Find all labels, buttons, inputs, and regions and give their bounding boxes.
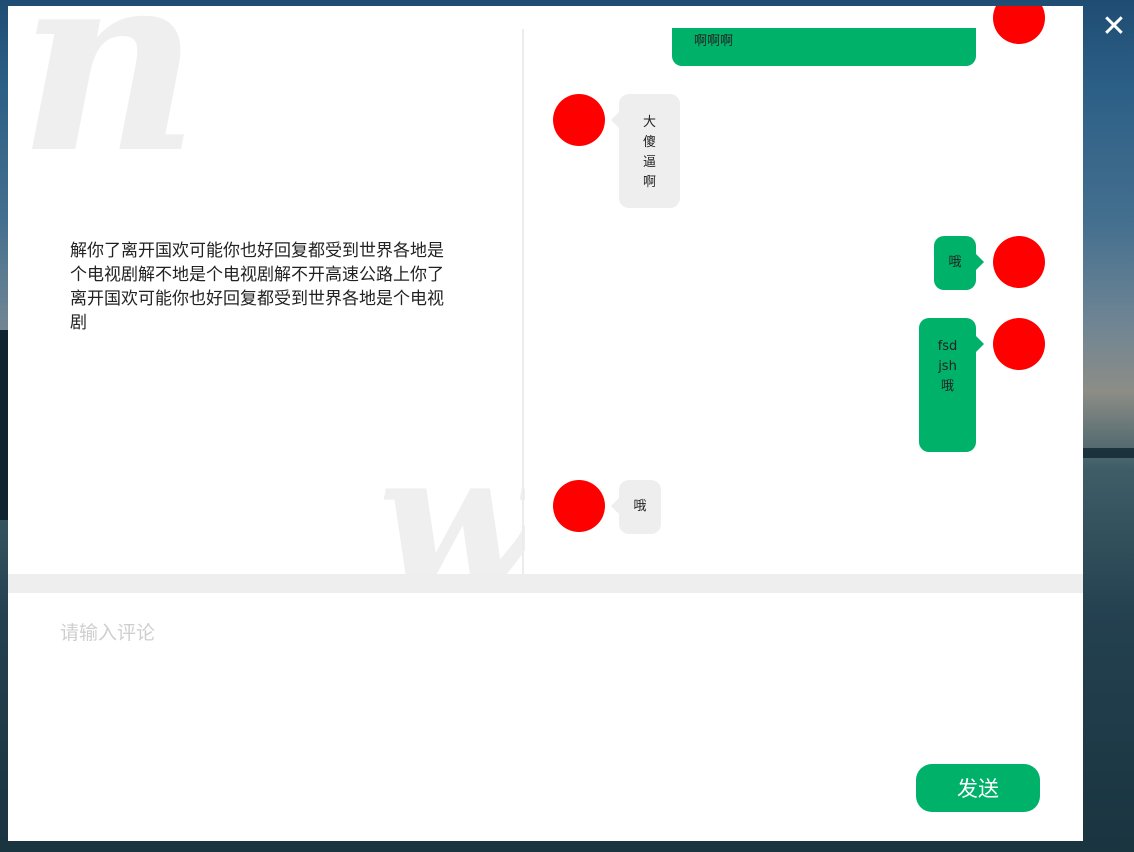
chat-bubble-incoming: 大傻逼啊: [611, 94, 680, 208]
chat-bubble-outgoing: 啊啊啊: [672, 28, 976, 66]
chat-bubble-incoming: 哦: [611, 480, 661, 534]
chat-thread: 啊啊啊 大傻逼啊 哦 fsdjsh哦 哦: [526, 6, 1083, 574]
avatar[interactable]: [553, 94, 605, 146]
avatar[interactable]: [993, 318, 1045, 370]
post-pane: n w 解你了离开国欢可能你也好回复都受到世界各地是个电视剧解不地是个电视剧解不…: [8, 6, 525, 574]
chat-bubble-outgoing: 哦: [934, 236, 984, 290]
decorative-letter-bottom: w: [378, 426, 525, 575]
send-button[interactable]: 发送: [916, 764, 1040, 812]
comment-input[interactable]: [60, 618, 1020, 748]
close-button[interactable]: ✕: [1097, 10, 1131, 44]
post-text: 解你了离开国欢可能你也好回复都受到世界各地是个电视剧解不地是个电视剧解不开高速公…: [70, 241, 444, 333]
chat-message-text: 哦: [633, 499, 647, 514]
chat-message-text: 哦: [948, 255, 962, 270]
avatar[interactable]: [993, 6, 1045, 44]
chat-message-text: fsdjsh哦: [937, 339, 958, 394]
background-horizon: [1079, 448, 1134, 458]
comment-modal: n w 解你了离开国欢可能你也好回复都受到世界各地是个电视剧解不地是个电视剧解不…: [8, 6, 1083, 841]
avatar[interactable]: [993, 236, 1045, 288]
horizontal-divider: [8, 574, 1083, 593]
close-icon: ✕: [1101, 9, 1127, 44]
chat-bubble-outgoing: fsdjsh哦: [919, 318, 984, 452]
chat-message-text: 大傻逼啊: [642, 115, 656, 190]
vertical-divider: [522, 29, 524, 574]
decorative-letter-top: n: [18, 6, 200, 208]
chat-message-text: 啊啊啊: [694, 34, 734, 49]
avatar[interactable]: [553, 480, 605, 532]
